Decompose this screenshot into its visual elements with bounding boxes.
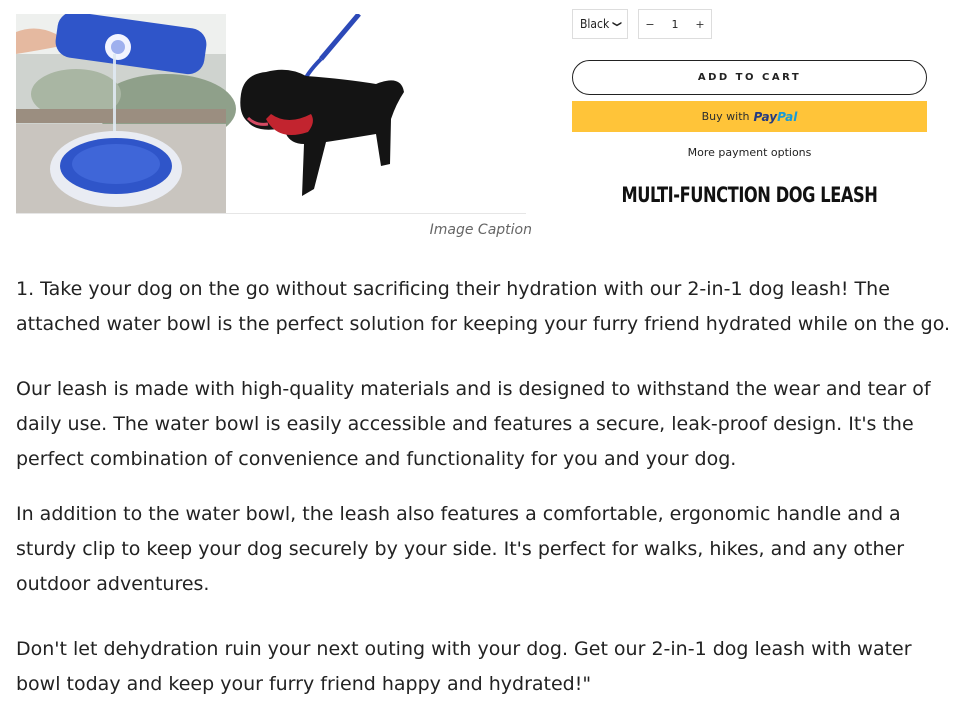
image-caption: Image Caption xyxy=(429,222,532,238)
quantity-stepper[interactable]: − 1 + xyxy=(638,9,712,39)
quantity-value[interactable]: 1 xyxy=(661,18,689,31)
chevron-down-icon: ❯ xyxy=(611,20,622,28)
description-paragraph: 1. Take your dog on the go without sacri… xyxy=(16,278,951,335)
quantity-decrement-button[interactable]: − xyxy=(639,18,661,31)
image-divider xyxy=(16,213,526,214)
quantity-increment-button[interactable]: + xyxy=(689,18,711,31)
paypal-button[interactable]: Buy with PayPal xyxy=(572,101,927,132)
product-image[interactable] xyxy=(16,14,526,214)
description-paragraph: In addition to the water bowl, the leash… xyxy=(16,503,904,595)
variant-select-value: Black xyxy=(580,17,610,31)
variant-select[interactable]: Black ❯ xyxy=(572,9,628,39)
paypal-prefix: Buy with xyxy=(701,110,750,123)
description-paragraph: Don't let dehydration ruin your next out… xyxy=(16,638,912,695)
product-title: MULTI-FUNCTION DOG LEASH xyxy=(621,183,878,207)
add-to-cart-button[interactable]: ADD TO CART xyxy=(572,60,927,95)
description-paragraph: Our leash is made with high-quality mate… xyxy=(16,378,931,470)
add-to-cart-label: ADD TO CART xyxy=(697,72,802,83)
paypal-logo-icon: PayPal xyxy=(753,109,798,124)
more-payment-options-link[interactable]: More payment options xyxy=(572,146,927,159)
